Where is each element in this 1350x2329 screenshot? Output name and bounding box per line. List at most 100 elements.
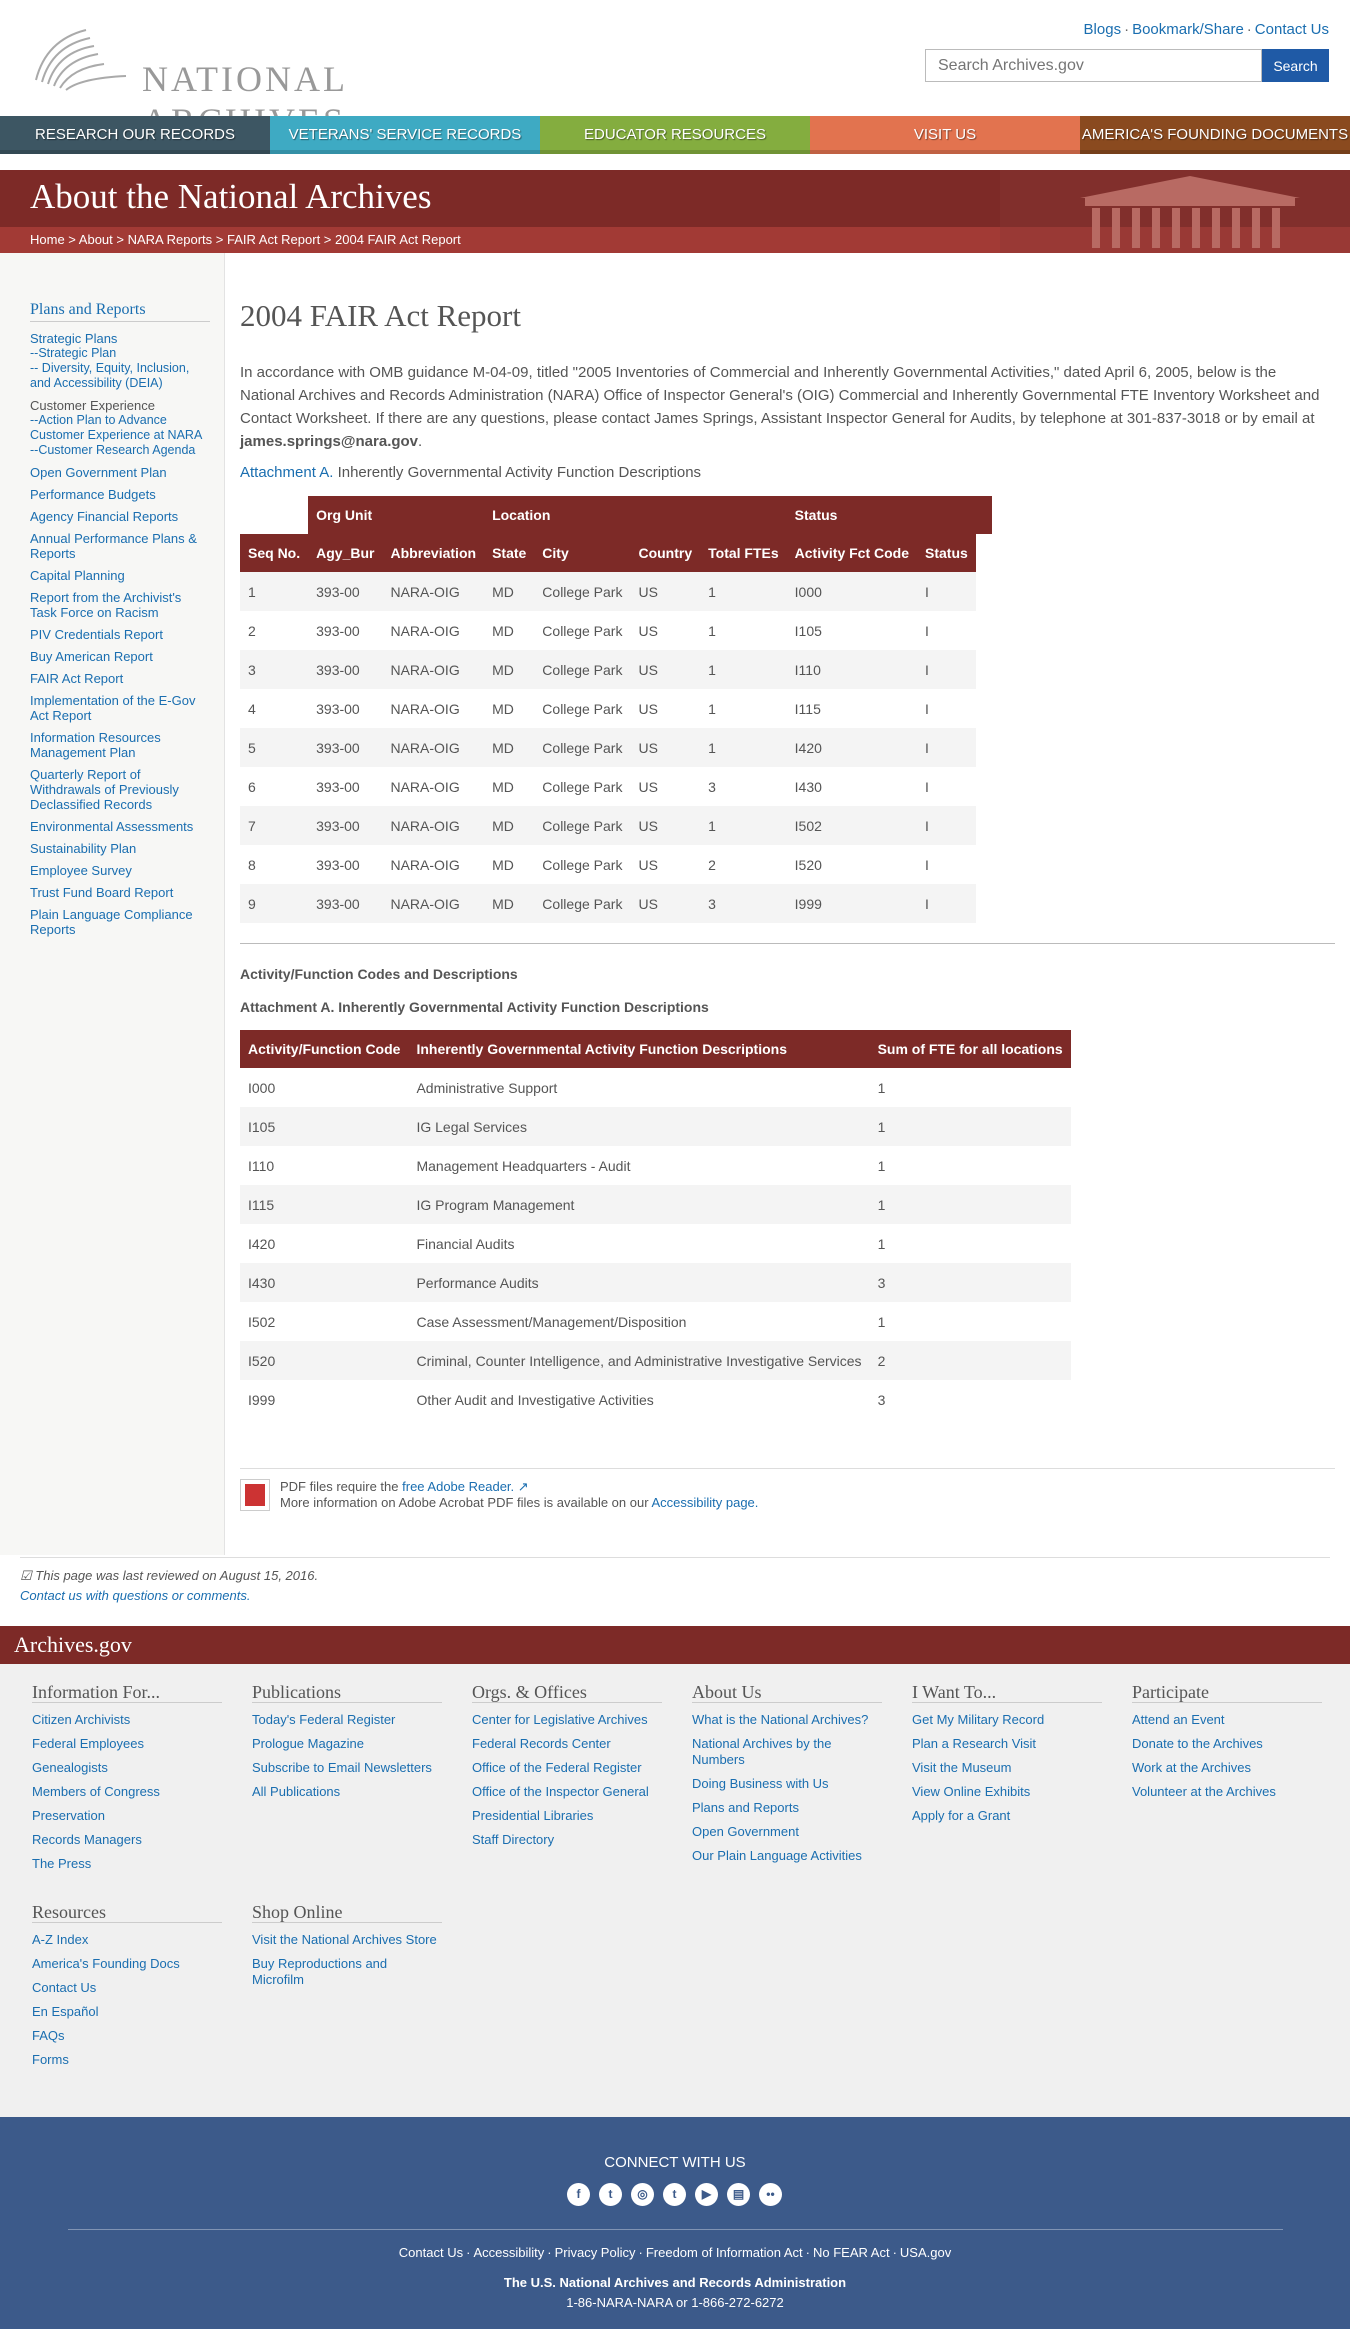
breadcrumb-fair-act-report[interactable]: FAIR Act Report — [227, 232, 320, 247]
sidebar-link[interactable]: Sustainability Plan — [30, 841, 136, 856]
footer-link[interactable]: Subscribe to Email Newsletters — [252, 1760, 432, 1775]
footer-link[interactable]: Prologue Magazine — [252, 1736, 364, 1751]
sidebar-heading[interactable]: Plans and Reports — [30, 301, 210, 322]
blog-icon[interactable]: ▤ — [727, 2183, 750, 2206]
sidebar-link[interactable]: Agency Financial Reports — [30, 509, 178, 524]
footer-link[interactable]: All Publications — [252, 1784, 340, 1799]
footer-link[interactable]: Volunteer at the Archives — [1132, 1784, 1276, 1799]
footer-link[interactable]: Visit the National Archives Store — [252, 1932, 437, 1947]
footer-link[interactable]: What is the National Archives? — [692, 1712, 868, 1727]
footer-link[interactable]: Forms — [32, 2052, 69, 2067]
attachment-a-link[interactable]: Attachment A. — [240, 464, 333, 481]
sidebar-link[interactable]: Open Government Plan — [30, 465, 167, 480]
footer-link[interactable]: Apply for a Grant — [912, 1808, 1010, 1823]
footer-link[interactable]: En Español — [32, 2004, 99, 2019]
footer-link[interactable]: Staff Directory — [472, 1832, 554, 1847]
flickr-icon[interactable]: •• — [759, 2183, 782, 2206]
footer-link[interactable]: Records Managers — [32, 1832, 142, 1847]
instagram-icon[interactable]: ◎ — [631, 2183, 654, 2206]
footer-bottom-link[interactable]: Privacy Policy — [555, 2245, 636, 2260]
breadcrumb-nara-reports[interactable]: NARA Reports — [128, 232, 213, 247]
national-archives-logo[interactable]: NATIONAL ARCHIVES — [26, 20, 546, 141]
footer-link[interactable]: Plans and Reports — [692, 1800, 799, 1815]
footer-link[interactable]: Presidential Libraries — [472, 1808, 593, 1823]
footer-brand[interactable]: Archives.gov — [14, 1632, 132, 1658]
footer-link[interactable]: Citizen Archivists — [32, 1712, 130, 1727]
footer-bottom-link[interactable]: Freedom of Information Act — [646, 2245, 803, 2260]
nav-educator-resources[interactable]: Educator Resources — [540, 116, 810, 154]
footer-link[interactable]: Genealogists — [32, 1760, 108, 1775]
search-button[interactable]: Search — [1262, 49, 1329, 82]
footer-link[interactable]: Plan a Research Visit — [912, 1736, 1036, 1751]
adobe-reader-link[interactable]: free Adobe Reader. — [402, 1479, 514, 1494]
footer-link-item: En Español — [32, 2004, 222, 2020]
footer-link[interactable]: FAQs — [32, 2028, 65, 2043]
breadcrumb-about[interactable]: About — [79, 232, 113, 247]
footer-link[interactable]: View Online Exhibits — [912, 1784, 1030, 1799]
breadcrumb-home[interactable]: Home — [30, 232, 65, 247]
footer-link[interactable]: The Press — [32, 1856, 91, 1871]
contact-us-link[interactable]: Contact Us — [1255, 21, 1329, 38]
footer-bottom-link[interactable]: Contact Us — [399, 2245, 463, 2260]
sidebar-link[interactable]: Plain Language Compliance Reports — [30, 907, 193, 937]
footer-link[interactable]: Members of Congress — [32, 1784, 160, 1799]
sidebar-link[interactable]: Quarterly Report of Withdrawals of Previ… — [30, 767, 179, 812]
sidebar-link[interactable]: Capital Planning — [30, 568, 125, 583]
footer-link[interactable]: Preservation — [32, 1808, 105, 1823]
table-cell: Case Assessment/Management/Disposition — [416, 1313, 687, 1330]
footer-link[interactable]: Contact Us — [32, 1980, 96, 1995]
accessibility-page-link[interactable]: Accessibility page. — [651, 1495, 758, 1510]
tumblr-icon[interactable]: t — [663, 2183, 686, 2206]
footer-link[interactable]: America's Founding Docs — [32, 1956, 180, 1971]
footer-link[interactable]: Get My Military Record — [912, 1712, 1044, 1727]
sidebar-link[interactable]: Employee Survey — [30, 863, 132, 878]
footer-link[interactable]: Open Government — [692, 1824, 799, 1839]
footer-link[interactable]: Our Plain Language Activities — [692, 1848, 862, 1863]
table-cell: NARA-OIG — [390, 856, 460, 873]
sidebar-link[interactable]: Report from the Archivist's Task Force o… — [30, 590, 181, 620]
sidebar-link[interactable]: --Action Plan to Advance Customer Experi… — [30, 413, 202, 442]
footer-bottom-link[interactable]: Accessibility — [473, 2245, 544, 2260]
sidebar-link[interactable]: --Customer Research Agenda — [30, 443, 195, 457]
footer-link[interactable]: Buy Reproductions and Microfilm — [252, 1956, 387, 1987]
footer-link[interactable]: Attend an Event — [1132, 1712, 1225, 1727]
footer-bottom-link[interactable]: No FEAR Act — [813, 2245, 890, 2260]
twitter-icon[interactable]: t — [599, 2183, 622, 2206]
footer-bottom-link[interactable]: USA.gov — [900, 2245, 951, 2260]
nav-veterans-service-records[interactable]: Veterans' Service Records — [270, 116, 540, 154]
contact-questions-link[interactable]: Contact us with questions or comments. — [20, 1588, 251, 1603]
sidebar-link[interactable]: Environmental Assessments — [30, 819, 193, 834]
footer-link[interactable]: Federal Records Center — [472, 1736, 611, 1751]
footer-link[interactable]: Center for Legislative Archives — [472, 1712, 648, 1727]
nav-founding-documents[interactable]: America's Founding Documents — [1080, 116, 1350, 154]
footer-link[interactable]: Federal Employees — [32, 1736, 144, 1751]
footer-link[interactable]: Today's Federal Register — [252, 1712, 395, 1727]
youtube-icon[interactable]: ▶ — [695, 2183, 718, 2206]
search-input[interactable] — [925, 49, 1262, 82]
group-header-org-unit: Org Unit — [308, 496, 485, 534]
nav-research-our-records[interactable]: Research Our Records — [0, 116, 270, 154]
sidebar-link[interactable]: Implementation of the E-Gov Act Report — [30, 693, 195, 723]
sidebar-link[interactable]: FAIR Act Report — [30, 671, 123, 686]
footer-link[interactable]: A-Z Index — [32, 1932, 88, 1947]
footer-link[interactable]: Donate to the Archives — [1132, 1736, 1263, 1751]
sidebar-link[interactable]: Annual Performance Plans & Reports — [30, 531, 197, 561]
nav-visit-us[interactable]: Visit Us — [810, 116, 1080, 154]
facebook-icon[interactable]: f — [567, 2183, 590, 2206]
sidebar-link[interactable]: Buy American Report — [30, 649, 153, 664]
sidebar-link[interactable]: Information Resources Management Plan — [30, 730, 161, 760]
footer-link[interactable]: Doing Business with Us — [692, 1776, 829, 1791]
sidebar-link[interactable]: --Strategic Plan — [30, 346, 116, 360]
footer-link[interactable]: Visit the Museum — [912, 1760, 1011, 1775]
sidebar-link[interactable]: PIV Credentials Report — [30, 627, 163, 642]
footer-link[interactable]: Work at the Archives — [1132, 1760, 1251, 1775]
sidebar-link[interactable]: Strategic Plans — [30, 331, 117, 346]
sidebar-link[interactable]: -- Diversity, Equity, Inclusion, and Acc… — [30, 361, 189, 390]
footer-link[interactable]: Office of the Federal Register — [472, 1760, 642, 1775]
sidebar-link[interactable]: Trust Fund Board Report — [30, 885, 173, 900]
bookmark-share-link[interactable]: Bookmark/Share — [1132, 21, 1244, 38]
blogs-link[interactable]: Blogs — [1084, 21, 1122, 38]
footer-link[interactable]: National Archives by the Numbers — [692, 1736, 831, 1767]
sidebar-link[interactable]: Performance Budgets — [30, 487, 156, 502]
footer-link[interactable]: Office of the Inspector General — [472, 1784, 649, 1799]
